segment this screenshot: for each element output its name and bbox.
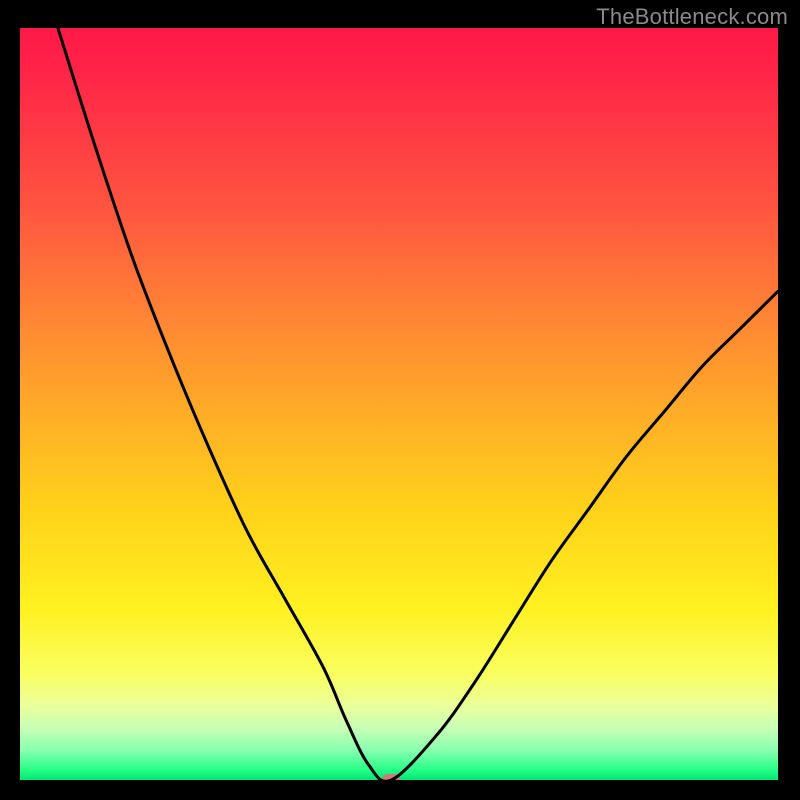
bottleneck-curve bbox=[20, 28, 778, 780]
watermark-text: TheBottleneck.com bbox=[596, 4, 788, 30]
chart-frame: TheBottleneck.com bbox=[0, 0, 800, 800]
curve-path bbox=[58, 28, 778, 780]
plot-area bbox=[20, 28, 778, 780]
